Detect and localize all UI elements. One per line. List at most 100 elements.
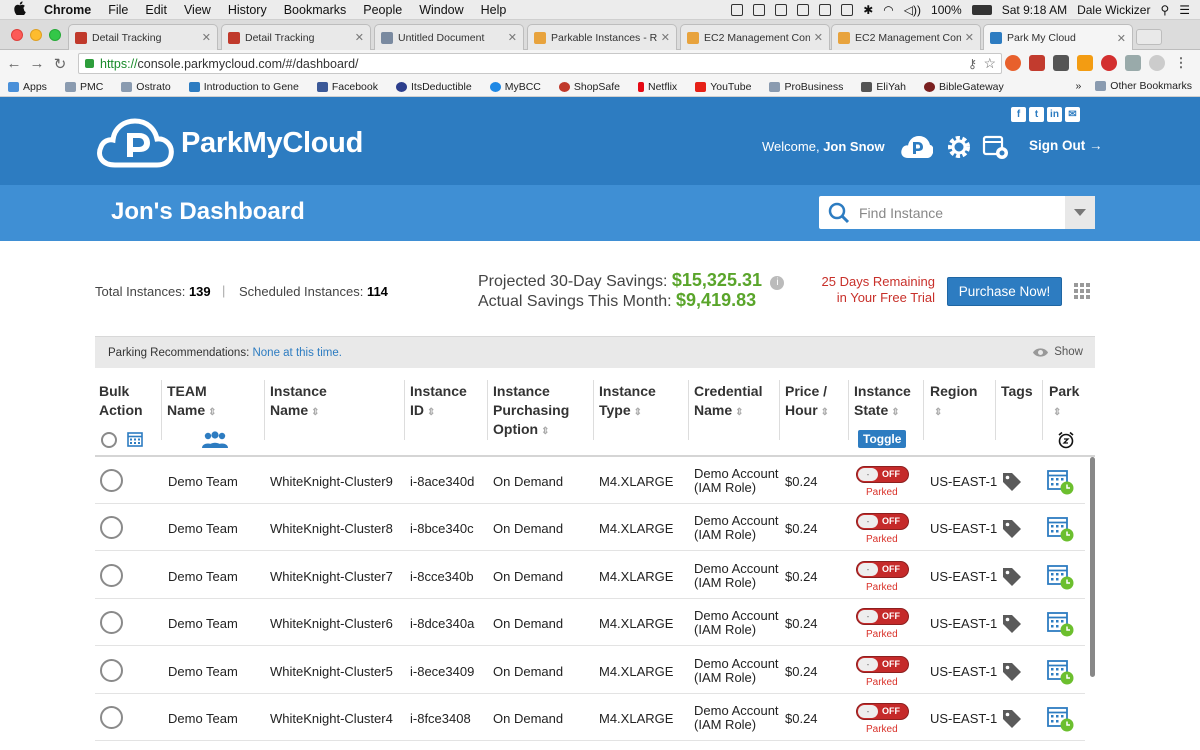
tab-close-icon[interactable]: ✕	[202, 31, 211, 44]
email-icon[interactable]: ✉	[1065, 107, 1080, 122]
status-item-icon[interactable]	[753, 4, 766, 16]
tag-icon[interactable]	[1001, 661, 1023, 683]
tag-icon[interactable]	[1001, 518, 1023, 540]
linkedin-icon[interactable]: in	[1047, 107, 1062, 122]
instance-state-switch[interactable]: - OFF	[856, 703, 909, 720]
display-icon[interactable]	[841, 4, 854, 16]
bookmark-probusiness[interactable]: ProBusiness	[769, 81, 843, 93]
alarm-clock-icon[interactable]	[1057, 431, 1075, 449]
menu-help[interactable]: Help	[481, 3, 507, 17]
chrome-menu-icon[interactable]: ⋮	[1173, 55, 1189, 71]
zoom-window-button[interactable]	[49, 29, 61, 41]
bookmark-shopsafe[interactable]: ShopSafe	[558, 81, 620, 93]
search-input[interactable]	[859, 204, 1059, 221]
park-schedule-icon[interactable]	[1047, 563, 1075, 591]
tab-close-icon[interactable]: ✕	[965, 31, 974, 44]
sign-out-link[interactable]: Sign Out →	[1029, 138, 1103, 153]
address-bar[interactable]: https:// console.parkmycloud.com /#/dash…	[78, 53, 1002, 74]
bookmark-apps[interactable]: Apps	[8, 81, 47, 93]
row-select-radio[interactable]	[100, 516, 123, 539]
adblock-icon[interactable]	[1101, 55, 1117, 71]
apple-menu-icon[interactable]	[14, 1, 30, 18]
table-row[interactable]: Demo Team WhiteKnight-Cluster6 i-8dce340…	[95, 599, 1085, 646]
parkmycloud-logo[interactable]: ParkMyCloud	[95, 115, 363, 171]
extension-icon[interactable]	[1053, 55, 1069, 71]
show-recommendations-toggle[interactable]: Show	[1032, 346, 1083, 358]
tag-icon[interactable]	[1001, 471, 1023, 493]
bookmarks-overflow-chevron[interactable]: »	[1075, 80, 1081, 92]
park-schedule-icon[interactable]	[1047, 468, 1075, 496]
col-price-hour[interactable]: Price / Hour ⇕	[785, 382, 829, 422]
battery-icon[interactable]	[971, 5, 992, 15]
tab-detail-tracking-2[interactable]: Detail Tracking ✕	[221, 24, 371, 50]
grid-view-icon[interactable]	[1074, 283, 1090, 299]
table-row[interactable]: Demo Team WhiteKnight-Cluster4 i-8fce340…	[95, 694, 1085, 741]
tab-parkable-instances[interactable]: Parkable Instances - Res ✕	[527, 24, 677, 50]
col-instance-name[interactable]: Instance Name ⇕	[270, 382, 327, 422]
bookmark-facebook[interactable]: Facebook	[316, 81, 378, 93]
status-item-icon[interactable]	[797, 4, 810, 16]
table-row[interactable]: Demo Team WhiteKnight-Cluster7 i-8cce340…	[95, 552, 1085, 599]
menu-chrome[interactable]: Chrome	[44, 3, 91, 17]
instance-state-switch[interactable]: - OFF	[856, 608, 909, 625]
col-instance-id[interactable]: Instance ID ⇕	[410, 382, 467, 422]
row-select-radio[interactable]	[100, 659, 123, 682]
extension-icon[interactable]	[1149, 55, 1165, 71]
instance-state-switch[interactable]: - OFF	[856, 656, 909, 673]
info-icon[interactable]: i	[770, 276, 785, 290]
team-members-icon[interactable]	[200, 431, 230, 449]
wifi-icon[interactable]: ◠	[883, 3, 893, 17]
bookmark-star-icon[interactable]: ☆	[983, 55, 996, 72]
toggle-state-button[interactable]: Toggle	[858, 430, 907, 448]
status-item-icon[interactable]	[775, 4, 788, 16]
bookmark-introduction[interactable]: Introduction to Gene	[188, 81, 299, 93]
new-tab-button[interactable]	[1136, 29, 1162, 45]
tag-icon[interactable]	[1001, 708, 1023, 730]
tab-close-icon[interactable]: ✕	[661, 31, 670, 44]
menu-bookmarks[interactable]: Bookmarks	[284, 3, 347, 17]
bluetooth-icon[interactable]: ✱	[863, 3, 873, 17]
volume-icon[interactable]: ◁))	[904, 3, 921, 17]
schedule-settings-icon[interactable]	[982, 133, 1010, 161]
table-scrollbar[interactable]	[1090, 457, 1095, 677]
row-select-radio[interactable]	[100, 564, 123, 587]
instance-state-switch[interactable]: - OFF	[856, 561, 909, 578]
menu-history[interactable]: History	[228, 3, 267, 17]
extension-icon[interactable]	[1005, 55, 1021, 71]
park-schedule-icon[interactable]	[1047, 610, 1075, 638]
menu-people[interactable]: People	[363, 3, 402, 17]
row-select-radio[interactable]	[100, 469, 123, 492]
bookmark-ostrato[interactable]: Ostrato	[121, 81, 171, 93]
back-arrow-icon[interactable]: ←	[5, 55, 23, 72]
bookmark-mybcc[interactable]: MyBCC	[489, 81, 541, 93]
tab-park-my-cloud[interactable]: Park My Cloud ✕	[983, 24, 1133, 51]
status-item-icon[interactable]	[731, 4, 744, 16]
table-row[interactable]: Demo Team WhiteKnight-Cluster9 i-8ace340…	[95, 457, 1085, 504]
park-schedule-icon[interactable]	[1047, 658, 1075, 686]
facebook-icon[interactable]: f	[1011, 107, 1026, 122]
chevron-down-icon[interactable]	[1065, 196, 1095, 229]
twitter-icon[interactable]: t	[1029, 107, 1044, 122]
tab-detail-tracking-1[interactable]: Detail Tracking ✕	[68, 24, 218, 50]
bookmark-itsdeductible[interactable]: ItsDeductible	[396, 81, 472, 93]
parkmycloud-p-icon[interactable]	[899, 133, 933, 161]
menu-edit[interactable]: Edit	[145, 3, 167, 17]
tab-close-icon[interactable]: ✕	[508, 31, 517, 44]
reload-icon[interactable]: ↻	[51, 55, 69, 73]
key-icon[interactable]: ⚷	[968, 56, 977, 71]
tag-icon[interactable]	[1001, 613, 1023, 635]
instance-state-switch[interactable]: - OFF	[856, 466, 909, 483]
bulk-schedule-calendar-icon[interactable]	[127, 431, 143, 447]
tab-untitled-document[interactable]: Untitled Document ✕	[374, 24, 524, 50]
bookmark-pmc[interactable]: PMC	[64, 81, 103, 93]
col-instance-type[interactable]: Instance Type ⇕	[599, 382, 656, 422]
menu-view[interactable]: View	[184, 3, 211, 17]
table-row[interactable]: Demo Team WhiteKnight-Cluster5 i-8ece340…	[95, 647, 1085, 694]
clock[interactable]: Sat 9:18 AM	[1002, 3, 1067, 17]
other-bookmarks[interactable]: » Other Bookmarks	[1075, 80, 1192, 92]
table-row[interactable]: Demo Team WhiteKnight-Cluster8 i-8bce340…	[95, 504, 1085, 551]
notification-center-icon[interactable]: ☰	[1179, 3, 1190, 17]
row-select-radio[interactable]	[100, 611, 123, 634]
minimize-window-button[interactable]	[30, 29, 42, 41]
row-select-radio[interactable]	[100, 706, 123, 729]
